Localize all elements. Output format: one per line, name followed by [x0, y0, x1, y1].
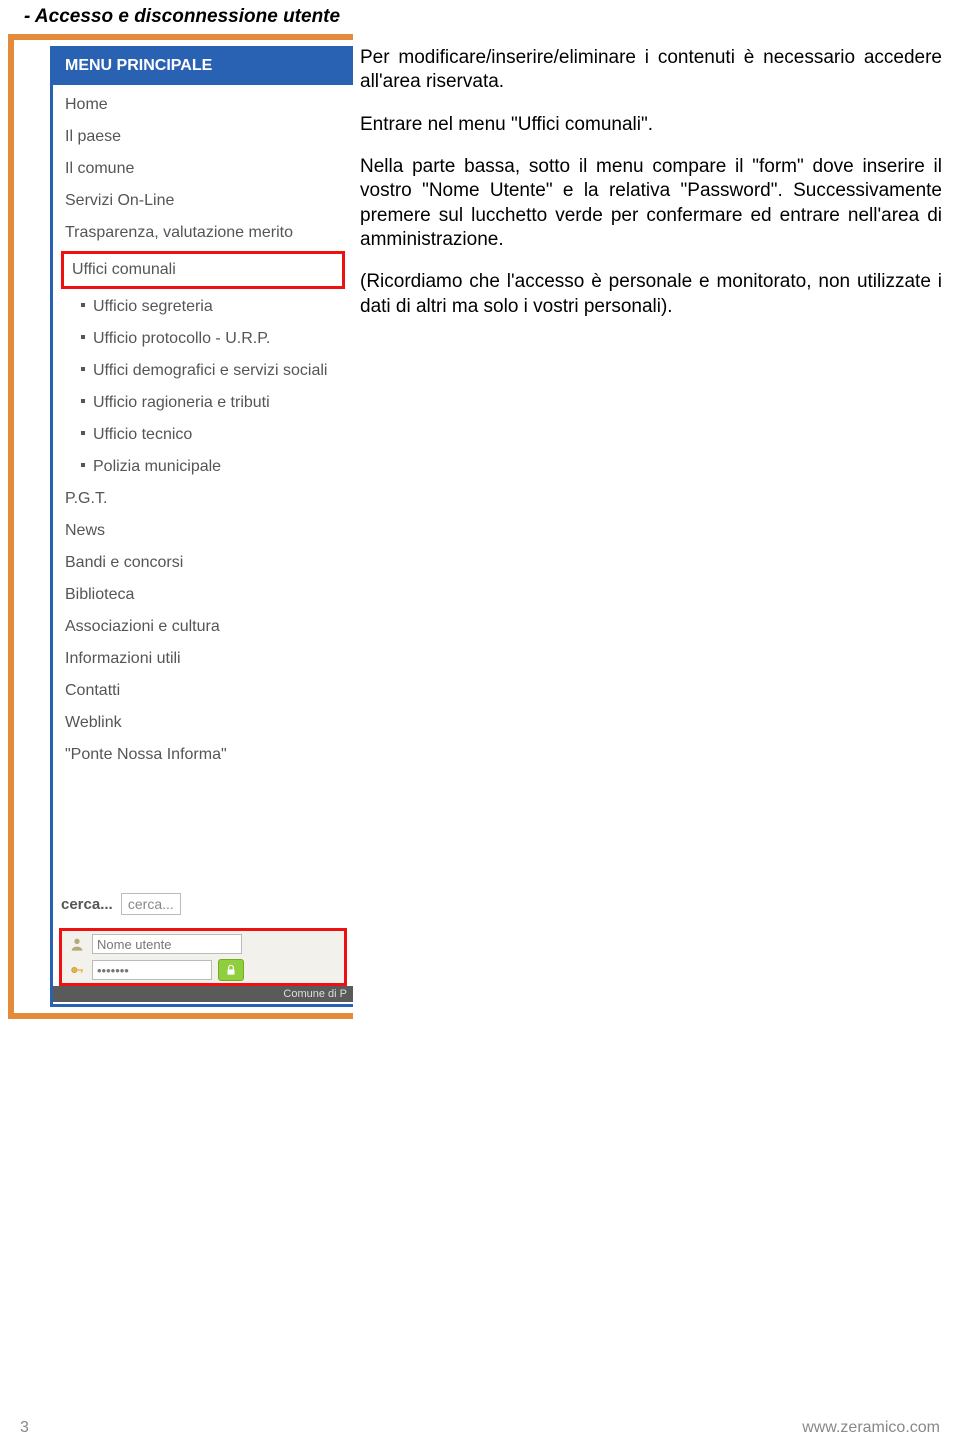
login-form — [59, 928, 347, 986]
menu-item-0[interactable]: Home — [53, 89, 353, 121]
body-p4: (Ricordiamo che l'accesso è personale e … — [360, 270, 942, 319]
menu-item-7[interactable]: Ufficio protocollo - U.R.P. — [53, 323, 353, 355]
menu-header: MENU PRINCIPALE — [53, 49, 353, 85]
heading-prefix: - — [24, 6, 35, 27]
panel-footer-strip: Comune di P — [53, 986, 353, 1002]
menu-item-11[interactable]: Polizia municipale — [53, 451, 353, 483]
search-row: cerca... cerca... — [53, 889, 353, 919]
menu-item-16[interactable]: Associazioni e cultura — [53, 611, 353, 643]
search-label: cerca... — [61, 896, 113, 913]
menu-item-17[interactable]: Informazioni utili — [53, 643, 353, 675]
menu-item-20[interactable]: "Ponte Nossa Informa" — [53, 739, 353, 771]
menu-item-12[interactable]: P.G.T. — [53, 483, 353, 515]
body-p1: Per modificare/inserire/eliminare i cont… — [360, 46, 942, 95]
menu-item-3[interactable]: Servizi On-Line — [53, 185, 353, 217]
menu-item-9[interactable]: Ufficio ragioneria e tributi — [53, 387, 353, 419]
menu-item-6[interactable]: Ufficio segreteria — [53, 291, 353, 323]
body-p3: Nella parte bassa, sotto il menu compare… — [360, 155, 942, 252]
key-icon — [68, 961, 86, 979]
page-heading: - Accesso e disconnessione utente — [24, 6, 340, 28]
heading-text: Accesso e disconnessione utente — [35, 6, 340, 27]
login-row-password — [62, 957, 344, 983]
site-url: www.zeramico.com — [802, 1419, 940, 1437]
menu-item-2[interactable]: Il comune — [53, 153, 353, 185]
menu-inner: MENU PRINCIPALE HomeIl paeseIl comuneSer… — [50, 46, 353, 1007]
menu-item-13[interactable]: News — [53, 515, 353, 547]
page-number: 3 — [20, 1419, 29, 1437]
body-p2: Entrare nel menu "Uffici comunali". — [360, 113, 942, 137]
menu-item-8[interactable]: Uffici demografici e servizi sociali — [53, 355, 353, 387]
menu-item-1[interactable]: Il paese — [53, 121, 353, 153]
login-row-username — [62, 931, 344, 957]
username-input[interactable] — [92, 934, 242, 954]
menu-item-5[interactable]: Uffici comunali — [61, 251, 345, 289]
menu-item-19[interactable]: Weblink — [53, 707, 353, 739]
password-input[interactable] — [92, 960, 212, 980]
menu-item-14[interactable]: Bandi e concorsi — [53, 547, 353, 579]
user-icon — [68, 935, 86, 953]
menu-item-4[interactable]: Trasparenza, valutazione merito — [53, 217, 353, 249]
page-footer: 3 www.zeramico.com — [20, 1419, 940, 1437]
lock-icon — [224, 963, 238, 977]
menu-item-18[interactable]: Contatti — [53, 675, 353, 707]
body-text: Per modificare/inserire/eliminare i cont… — [360, 46, 942, 337]
menu-item-15[interactable]: Biblioteca — [53, 579, 353, 611]
login-button[interactable] — [218, 959, 244, 981]
search-input[interactable]: cerca... — [121, 893, 181, 915]
menu-screenshot-panel: MENU PRINCIPALE HomeIl paeseIl comuneSer… — [8, 34, 353, 1019]
menu-item-10[interactable]: Ufficio tecnico — [53, 419, 353, 451]
menu-list: HomeIl paeseIl comuneServizi On-LineTras… — [53, 85, 353, 777]
